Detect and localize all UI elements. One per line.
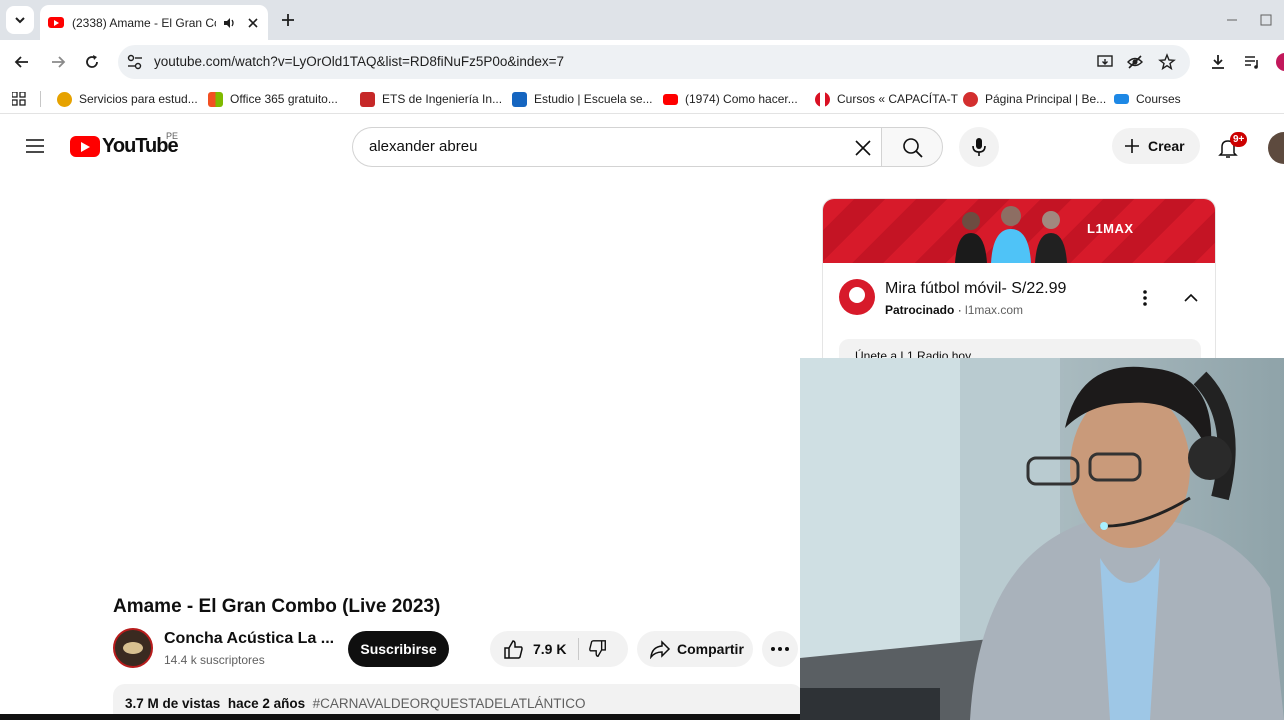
search-query[interactable]: alexander abreu: [369, 138, 477, 155]
bookmark-item[interactable]: Cursos « CAPACÍTA-T: [815, 90, 958, 108]
reload-icon[interactable]: [82, 52, 102, 72]
url-text[interactable]: youtube.com/watch?v=LyOrOld1TAQ&list=RD8…: [154, 54, 564, 69]
voice-search-button[interactable]: [959, 127, 999, 167]
bookmark-item[interactable]: Estudio | Escuela se...: [512, 90, 653, 108]
youtube-logo[interactable]: YouTube: [70, 135, 180, 157]
search-button[interactable]: [881, 127, 943, 167]
bookmark-item[interactable]: Servicios para estud...: [57, 90, 198, 108]
b-icon: [963, 91, 978, 107]
tab-active[interactable]: (2338) Amame - El Gran Combo (Live 2023)…: [40, 5, 268, 40]
ad-domain: l1max.com: [965, 303, 1024, 317]
maximize-icon[interactable]: [1256, 12, 1276, 28]
ad-logo-icon: [839, 279, 875, 315]
browser-toolbar: youtube.com/watch?v=LyOrOld1TAQ&list=RD8…: [0, 40, 1284, 84]
youtube-favicon-icon: [48, 17, 64, 28]
microphone-icon: [972, 138, 986, 156]
peru-flag-icon: [815, 91, 830, 107]
microsoft-icon: [208, 91, 223, 107]
search-icon: [903, 138, 923, 158]
youtube-icon: [663, 93, 678, 105]
bookmark-item[interactable]: (1974) Como hacer...: [663, 90, 798, 108]
graduation-icon: [57, 91, 72, 107]
hashtag-link[interactable]: #CARNAVALDEORQUESTADELATLÁNTICO: [313, 696, 586, 711]
forward-arrow-icon[interactable]: [48, 52, 68, 72]
video-title: Amame - El Gran Combo (Live 2023): [113, 596, 441, 617]
tab-search-button[interactable]: [6, 6, 34, 34]
share-button[interactable]: Compartir: [637, 631, 753, 667]
building-icon: [512, 91, 527, 107]
browser-tab-strip: (2338) Amame - El Gran Combo (Live 2023)…: [0, 0, 1284, 40]
search-input[interactable]: alexander abreu: [352, 127, 882, 167]
back-arrow-icon[interactable]: [12, 52, 32, 72]
like-divider: [578, 638, 579, 660]
thumbs-down-icon[interactable]: [588, 639, 608, 659]
clear-search-icon[interactable]: [853, 138, 873, 158]
view-count: 3.7 M de vistas: [125, 696, 221, 711]
players-illustration: [955, 206, 1067, 263]
create-button[interactable]: Crear: [1112, 128, 1200, 164]
youtube-play-icon: [70, 135, 100, 157]
description-summary: 3.7 M de vistas hace 2 años #CARNAVALDEO…: [125, 696, 585, 711]
apps-grid-icon[interactable]: [12, 92, 26, 106]
star-icon[interactable]: [1158, 53, 1176, 71]
ad-sponsor-line: Patrocinado · l1max.com: [885, 303, 1024, 317]
bookmarks-separator: [40, 91, 41, 107]
more-horizontal-icon: [771, 647, 789, 651]
install-app-icon[interactable]: [1096, 53, 1114, 71]
ad-brand: L1MAX: [1087, 221, 1134, 236]
bookmark-item[interactable]: Courses: [1114, 90, 1181, 108]
chevron-down-icon: [15, 17, 25, 24]
close-icon[interactable]: [246, 16, 260, 30]
channel-subscribers: 14.4 k suscriptores: [164, 653, 265, 667]
ets-icon: [360, 91, 375, 107]
more-vertical-icon[interactable]: [1141, 289, 1149, 307]
more-actions-button[interactable]: [762, 631, 798, 667]
notifications-badge: 9+: [1230, 132, 1248, 147]
thumbs-up-icon: [504, 640, 523, 659]
video-player[interactable]: [0, 176, 800, 584]
minimize-icon[interactable]: [1222, 12, 1242, 28]
webcam-person-image: [800, 358, 1284, 720]
new-tab-plus-icon[interactable]: [278, 10, 298, 30]
sponsored-label: Patrocinado: [885, 303, 955, 317]
channel-name[interactable]: Concha Acústica La ...: [164, 630, 334, 648]
menu-hamburger-icon[interactable]: [25, 138, 45, 154]
address-bar[interactable]: youtube.com/watch?v=LyOrOld1TAQ&list=RD8…: [118, 45, 1190, 79]
download-icon[interactable]: [1208, 52, 1228, 72]
share-arrow-icon: [650, 640, 671, 659]
youtube-header: YouTube PE alexander abreu Crear 9+: [0, 118, 1284, 174]
webcam-overlay: [800, 358, 1284, 720]
ad-banner[interactable]: L1MAX: [823, 199, 1215, 263]
channel-avatar[interactable]: [113, 628, 153, 668]
screen: (2338) Amame - El Gran Combo (Live 2023)…: [0, 0, 1284, 720]
tab-title: (2338) Amame - El Gran Combo (Live 2023)…: [72, 15, 216, 30]
like-count: 7.9 K: [533, 641, 567, 657]
media-control-icon[interactable]: [1242, 52, 1262, 72]
user-avatar[interactable]: [1268, 132, 1284, 164]
ad-title[interactable]: Mira fútbol móvil- S/22.99: [885, 280, 1066, 298]
like-button[interactable]: 7.9 K: [490, 631, 578, 667]
subscribe-button[interactable]: Suscribirse: [348, 631, 449, 667]
eye-off-icon[interactable]: [1126, 53, 1144, 71]
chevron-up-icon[interactable]: [1183, 291, 1199, 305]
bookmark-item[interactable]: Office 365 gratuito...: [208, 90, 338, 108]
bookmark-item[interactable]: ETS de Ingeniería In...: [360, 90, 502, 108]
speaker-icon[interactable]: [222, 16, 236, 30]
bottom-edge-bar: [0, 714, 800, 720]
bookmarks-bar: Servicios para estud... Office 365 gratu…: [0, 84, 1284, 114]
upload-age: hace 2 años: [227, 696, 306, 711]
like-dislike-group: 7.9 K: [490, 631, 628, 667]
courses-icon: [1114, 94, 1129, 104]
country-code: PE: [166, 131, 179, 141]
plus-icon: [1125, 139, 1139, 153]
site-settings-icon[interactable]: [126, 54, 144, 70]
browser-profile-avatar[interactable]: [1276, 53, 1284, 71]
bookmark-item[interactable]: Página Principal | Be...: [963, 90, 1106, 108]
